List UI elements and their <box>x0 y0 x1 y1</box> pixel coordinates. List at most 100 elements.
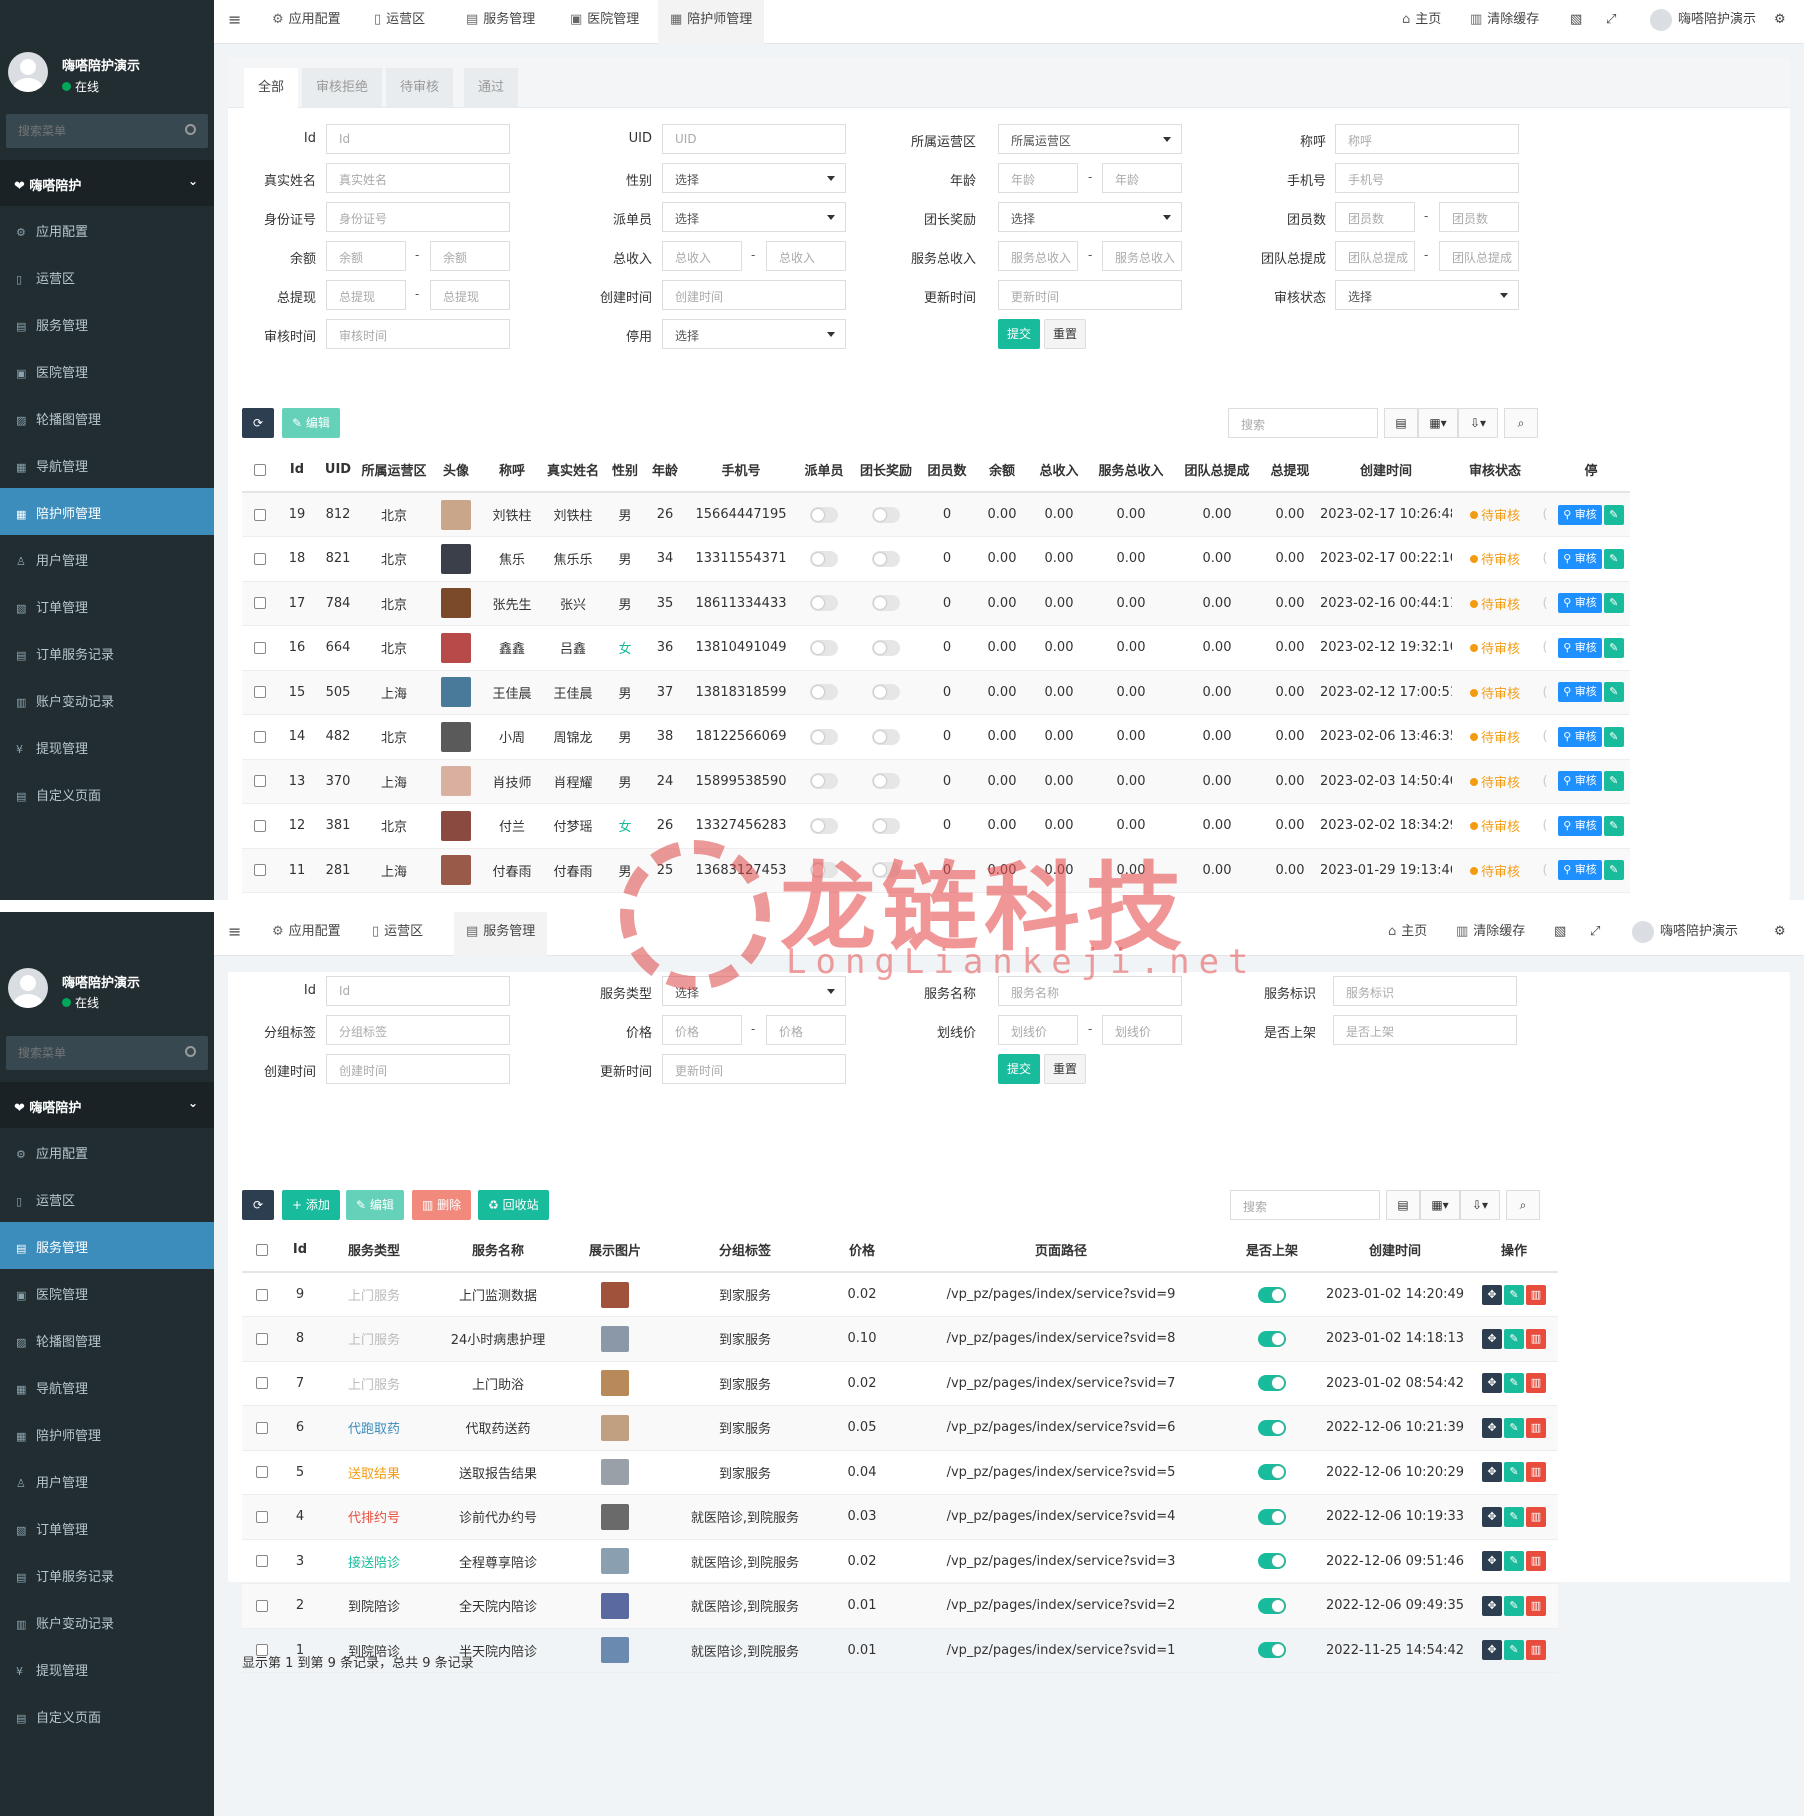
toggle-switch[interactable] <box>872 817 900 834</box>
audit-button[interactable]: ⚲ 审核 <box>1558 815 1602 836</box>
sidebar-item[interactable]: ▦ 陪护师管理 <box>0 488 214 535</box>
toggle-switch[interactable] <box>872 595 900 612</box>
delete-row-button[interactable]: ▥ <box>1526 1595 1546 1616</box>
checkbox[interactable] <box>254 775 266 788</box>
cell-leader-reward[interactable] <box>852 803 920 849</box>
edit-button[interactable]: ✎ 编辑 <box>282 408 340 438</box>
settings-icon[interactable]: ⚙ <box>1774 0 1786 44</box>
user-menu[interactable]: 嗨嗒陪护演示 <box>1650 0 1756 44</box>
text-field[interactable]: 创建时间 <box>662 280 846 310</box>
text-field[interactable]: Id <box>326 124 510 154</box>
text-field[interactable]: 更新时间 <box>998 280 1182 310</box>
text-field[interactable]: Id <box>326 976 510 1006</box>
audit-button[interactable]: ⚲ 审核 <box>1558 548 1602 569</box>
cell-leader-reward[interactable] <box>852 714 920 760</box>
service-type-link[interactable]: 接送陪诊 <box>348 1556 400 1571</box>
recycle-bin-button[interactable]: ♻ 回收站 <box>478 1190 549 1220</box>
column-header[interactable]: 服务总收入 <box>1088 448 1174 493</box>
column-header[interactable]: Id <box>282 1228 318 1273</box>
column-header[interactable]: 是否上架 <box>1224 1228 1320 1273</box>
topnav-tab-hospital[interactable]: ▣ 医院管理 <box>570 0 639 44</box>
service-type-link[interactable]: 上门服务 <box>348 1378 400 1393</box>
checkbox[interactable] <box>256 1332 268 1345</box>
delete-row-button[interactable]: ▥ <box>1526 1417 1546 1438</box>
edit-row-button[interactable]: ✎ <box>1603 682 1624 703</box>
text-field[interactable]: 是否上架 <box>1333 1015 1517 1045</box>
checkbox[interactable] <box>256 1288 268 1301</box>
edit-row-button[interactable]: ✎ <box>1603 771 1624 792</box>
column-header[interactable]: 创建时间 <box>1320 448 1452 493</box>
row-checkbox-cell[interactable] <box>242 536 278 582</box>
topnav-tab-app-config[interactable]: ⚙ 应用配置 <box>272 912 341 956</box>
sidebar-item[interactable]: ▦ 陪护师管理 <box>0 1410 214 1457</box>
menu-toggle-icon[interactable]: ≡ <box>228 912 241 956</box>
sidebar-item[interactable]: ▤ 自定义页面 <box>0 1692 214 1739</box>
service-type-link[interactable]: 到院陪诊 <box>348 1600 400 1615</box>
column-header[interactable]: Id <box>278 448 316 493</box>
edit-row-button[interactable]: ✎ <box>1504 1462 1524 1483</box>
text-field[interactable]: 年龄 <box>998 163 1078 193</box>
column-header[interactable]: 称呼 <box>484 448 540 493</box>
cell-on-sale[interactable] <box>1224 1583 1320 1629</box>
refresh-button[interactable]: ⟳ <box>242 1190 274 1220</box>
sidebar-item[interactable]: ▤ 订单服务记录 <box>0 1551 214 1598</box>
toggle-switch[interactable] <box>1258 1375 1286 1392</box>
language-icon[interactable]: ▧ <box>1570 0 1582 44</box>
toggle-switch[interactable] <box>810 595 838 612</box>
delete-row-button[interactable]: ▥ <box>1526 1373 1546 1394</box>
columns-icon[interactable]: ▦▾ <box>1420 1190 1460 1220</box>
sidebar-item[interactable]: ▤ 服务管理 <box>0 300 214 347</box>
cell-leader-reward[interactable] <box>852 670 920 715</box>
delete-row-button[interactable]: ▥ <box>1526 1328 1546 1349</box>
export-icon[interactable]: ⇩▾ <box>1460 1190 1500 1220</box>
cell-dispatcher[interactable] <box>796 803 852 849</box>
move-icon[interactable]: ✥ <box>1482 1551 1502 1572</box>
checkbox[interactable] <box>254 508 266 521</box>
column-header[interactable]: 服务名称 <box>430 1228 566 1273</box>
service-thumbnail[interactable] <box>601 1370 629 1397</box>
service-thumbnail[interactable] <box>601 1459 629 1486</box>
sidebar-item[interactable]: ▤ 服务管理 <box>0 1222 214 1269</box>
row-checkbox-cell[interactable] <box>242 1405 282 1451</box>
add-button[interactable]: + 添加 <box>282 1190 340 1220</box>
delete-row-button[interactable]: ▥ <box>1526 1506 1546 1527</box>
text-field[interactable]: 价格 <box>662 1015 742 1045</box>
service-thumbnail[interactable] <box>601 1592 629 1619</box>
text-field[interactable]: 价格 <box>766 1015 846 1045</box>
cell-dispatcher[interactable] <box>796 581 852 626</box>
row-checkbox-cell[interactable] <box>242 1272 282 1317</box>
text-field[interactable]: 总收入 <box>662 241 742 271</box>
cell-leader-reward[interactable] <box>852 759 920 804</box>
cell-dispatcher[interactable] <box>796 759 852 804</box>
column-header[interactable]: 停 <box>1552 448 1630 493</box>
topnav-tab-service[interactable]: ▤ 服务管理 <box>466 0 535 44</box>
service-type-link[interactable]: 上门服务 <box>348 1289 400 1304</box>
column-header[interactable]: 总提现 <box>1260 448 1320 493</box>
cell-on-sale[interactable] <box>1224 1494 1320 1540</box>
service-thumbnail[interactable] <box>601 1637 629 1664</box>
column-header[interactable]: 操作 <box>1470 1228 1558 1273</box>
cell-service-type[interactable]: 接送陪诊 <box>318 1539 430 1584</box>
text-field[interactable]: 手机号 <box>1335 163 1519 193</box>
checkbox[interactable] <box>254 686 266 699</box>
search-icon[interactable]: ⌕ <box>1504 408 1538 438</box>
delete-row-button[interactable]: ▥ <box>1526 1284 1546 1305</box>
toggle-switch[interactable] <box>810 550 838 567</box>
topnav-tab-attendant[interactable]: ▦ 陪护师管理 <box>658 0 765 44</box>
edit-row-button[interactable]: ✎ <box>1504 1417 1524 1438</box>
sidebar-item[interactable]: ▨ 轮播图管理 <box>0 1316 214 1363</box>
text-field[interactable]: 身份证号 <box>326 202 510 232</box>
topnav-tab-region[interactable]: ▯ 运营区 <box>374 0 425 44</box>
column-header[interactable]: 团长奖励 <box>852 448 920 493</box>
text-field[interactable]: 服务名称 <box>998 976 1182 1006</box>
text-field[interactable]: 审核时间 <box>326 319 510 349</box>
toggle-switch[interactable] <box>872 506 900 523</box>
cell-dispatcher[interactable] <box>796 848 852 893</box>
sidebar-item[interactable]: ▯ 运营区 <box>0 253 214 300</box>
checkbox[interactable] <box>254 730 266 743</box>
cell-service-type[interactable]: 送取结果 <box>318 1450 430 1495</box>
text-field[interactable]: 服务总收入 <box>1102 241 1182 271</box>
toggle-switch[interactable] <box>872 862 900 879</box>
select-all-checkbox[interactable] <box>242 1228 282 1273</box>
table-search-input[interactable]: 搜索 <box>1230 1190 1380 1220</box>
